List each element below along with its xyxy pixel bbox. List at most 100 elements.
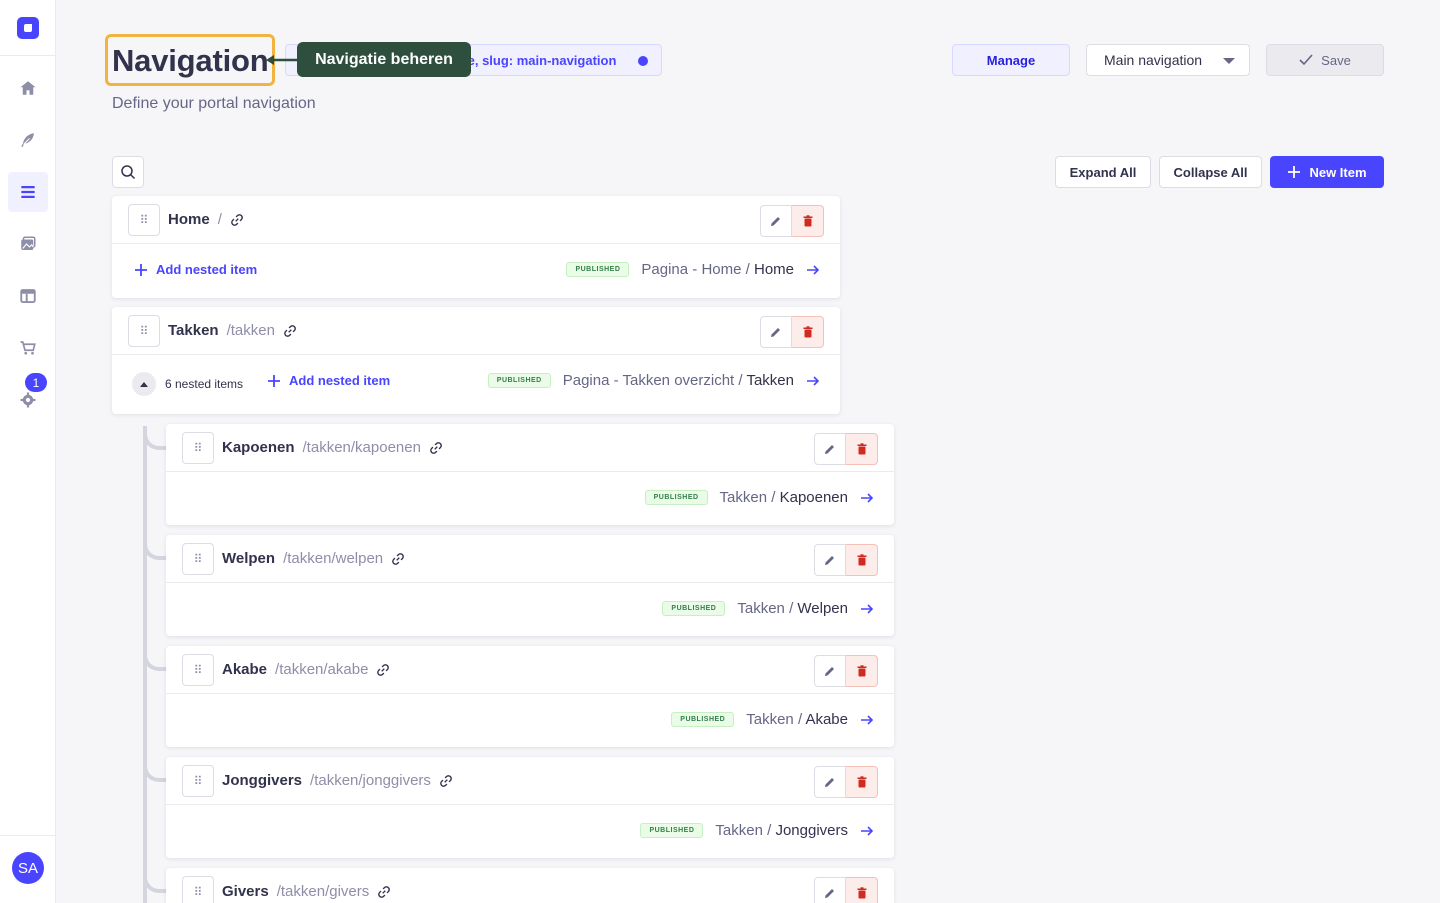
edit-button[interactable] [814, 655, 846, 687]
arrow-right-icon[interactable] [860, 602, 874, 616]
drag-handle-icon[interactable]: ⠿ [182, 876, 214, 903]
plus-icon [1288, 166, 1301, 178]
delete-button[interactable] [846, 766, 878, 798]
crumb-separator: / [767, 822, 772, 839]
pencil-icon [771, 328, 780, 337]
crumb-separator: / [771, 489, 776, 506]
arrow-right-icon[interactable] [860, 713, 874, 727]
link-icon[interactable] [439, 774, 453, 788]
drag-handle-icon[interactable]: ⠿ [128, 315, 160, 347]
linked-page-prefix: Takken [715, 822, 763, 839]
edit-button[interactable] [814, 544, 846, 576]
drag-handle-icon[interactable]: ⠿ [182, 765, 214, 797]
drag-handle-icon[interactable]: ⠿ [128, 204, 160, 236]
delete-button[interactable] [846, 655, 878, 687]
list-icon [21, 186, 35, 198]
edit-button[interactable] [760, 205, 792, 237]
drag-handle-icon[interactable]: ⠿ [182, 543, 214, 575]
linked-page-name: Takken [746, 372, 794, 389]
edit-button[interactable] [814, 766, 846, 798]
sidebar-item-shop[interactable] [8, 328, 48, 368]
linked-page-prefix: Pagina - Takken overzicht [562, 372, 735, 389]
add-nested-item-button[interactable]: Add nested item [267, 373, 390, 388]
navigation-item-card: ⠿ Takken /takken 6 nested items Add nest… [112, 307, 840, 414]
nested-item-card: ⠿ Givers /takken/givers [166, 868, 894, 903]
status-badge: PUBLISHED [644, 490, 708, 505]
sidebar-item-media[interactable] [8, 224, 48, 264]
sidebar-item-content[interactable] [8, 120, 48, 160]
add-nested-item-button[interactable]: Add nested item [134, 262, 257, 277]
add-nested-item-label: Add nested item [156, 262, 258, 277]
card-header: ⠿ Givers /takken/givers [166, 868, 894, 903]
arrow-right-icon[interactable] [806, 374, 820, 388]
linked-page-info: PUBLISHED Takken / Akabe [671, 711, 874, 728]
plus-icon [135, 263, 147, 276]
item-title: Akabe /takken/akabe [222, 661, 390, 678]
trash-icon [803, 326, 812, 338]
new-item-label: New Item [1309, 164, 1367, 180]
expand-all-button[interactable]: Expand All [1055, 156, 1151, 188]
link-icon[interactable] [376, 663, 390, 677]
delete-button[interactable] [846, 544, 878, 576]
delete-button[interactable] [846, 433, 878, 465]
arrow-right-icon[interactable] [806, 263, 820, 277]
sidebar-item-layout[interactable] [8, 276, 48, 316]
nested-item-card: ⠿ Jonggivers /takken/jonggivers PUBLISHE… [166, 757, 894, 858]
linked-page-crumb: Pagina - Home / Home [641, 261, 794, 278]
status-badge: PUBLISHED [487, 373, 551, 388]
navigation-select[interactable]: Main navigation [1086, 44, 1250, 76]
search-icon [121, 165, 136, 180]
drag-handle-icon[interactable]: ⠿ [182, 654, 214, 686]
caret-up-icon [140, 381, 148, 387]
item-path: /takken/akabe [275, 661, 369, 678]
item-name: Takken [168, 322, 219, 339]
item-name: Welpen [222, 550, 276, 567]
sidebar-item-home[interactable] [8, 68, 48, 108]
edit-button[interactable] [814, 877, 846, 903]
title-highlight [105, 34, 275, 86]
link-icon[interactable] [283, 324, 297, 338]
collapse-nested-button[interactable] [132, 372, 156, 396]
link-icon[interactable] [429, 441, 443, 455]
arrow-right-icon[interactable] [860, 824, 874, 838]
link-icon[interactable] [377, 885, 391, 899]
save-button[interactable]: Save [1266, 44, 1384, 76]
nested-item-card: ⠿ Welpen /takken/welpen PUBLISHED Takken… [166, 535, 894, 636]
caret-down-icon [1223, 58, 1235, 64]
info-icon[interactable] [638, 56, 648, 66]
delete-button[interactable] [792, 316, 824, 348]
media-icon [21, 236, 36, 250]
linked-page-info: PUBLISHED Takken / Jonggivers [640, 822, 874, 839]
search-button[interactable] [112, 156, 144, 188]
sidebar-item-navigation[interactable] [8, 172, 48, 212]
link-icon[interactable] [391, 552, 405, 566]
check-icon [1299, 54, 1313, 66]
save-button-label: Save [1321, 52, 1351, 68]
avatar[interactable]: SA [12, 852, 44, 884]
item-title: Givers /takken/givers [222, 883, 391, 900]
app-logo[interactable] [17, 17, 39, 39]
delete-button[interactable] [846, 877, 878, 903]
pencil-icon [825, 445, 834, 454]
sidebar-divider [0, 835, 56, 836]
callout-arrow-icon [266, 55, 300, 65]
drag-handle-icon[interactable]: ⠿ [182, 432, 214, 464]
item-title: Takken /takken [168, 322, 297, 339]
arrow-right-icon[interactable] [860, 491, 874, 505]
edit-button[interactable] [814, 433, 846, 465]
item-actions [760, 205, 824, 237]
pencil-icon [825, 778, 834, 787]
item-path: /takken/welpen [283, 550, 384, 567]
item-actions [760, 316, 824, 348]
edit-button[interactable] [760, 316, 792, 348]
link-icon[interactable] [230, 213, 244, 227]
sidebar-divider [0, 55, 56, 56]
card-body: PUBLISHED Takken / Jonggivers [166, 806, 894, 858]
delete-button[interactable] [792, 205, 824, 237]
new-item-button[interactable]: New Item [1270, 156, 1384, 188]
collapse-all-button[interactable]: Collapse All [1159, 156, 1262, 188]
manage-button[interactable]: Manage [952, 44, 1070, 76]
item-name: Home [168, 211, 210, 228]
item-name: Givers [222, 883, 269, 900]
item-title: Jonggivers /takken/jonggivers [222, 772, 453, 789]
